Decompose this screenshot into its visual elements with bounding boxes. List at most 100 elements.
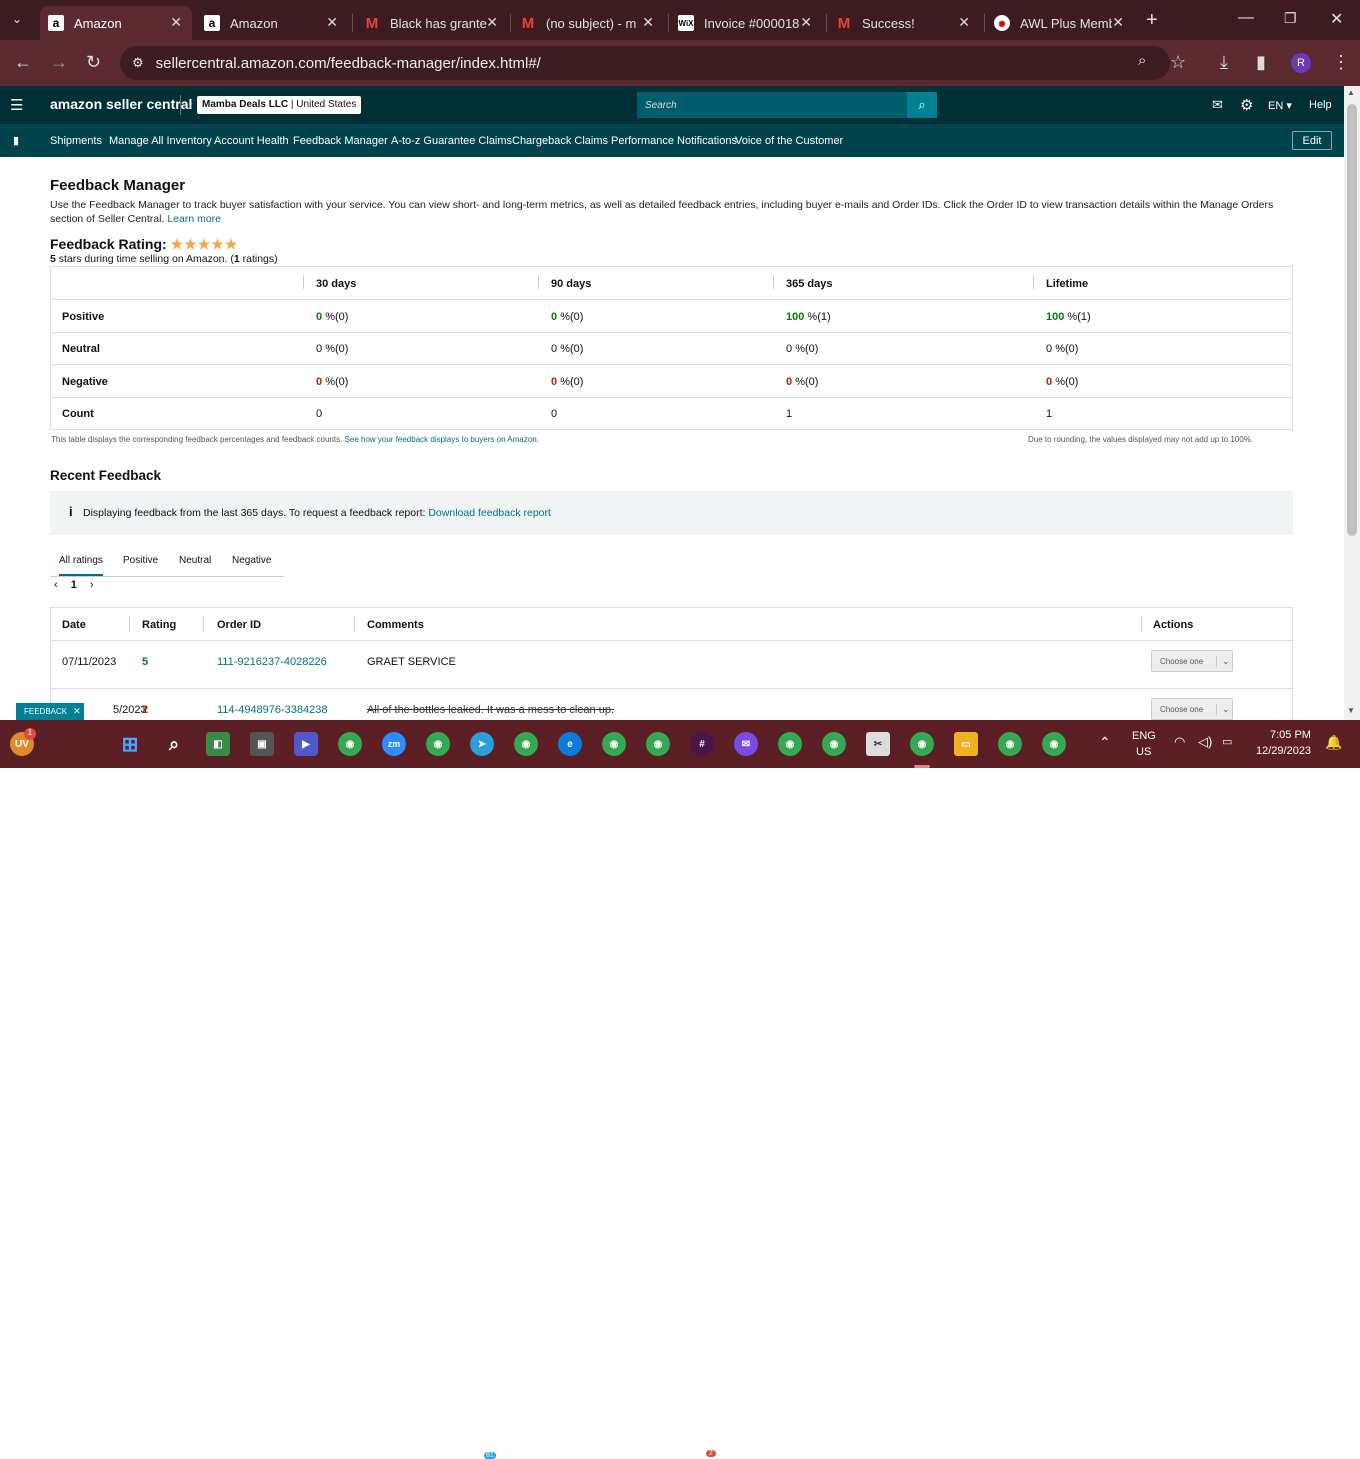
volume-icon[interactable]: ◁): [1198, 734, 1212, 750]
chrome-icon[interactable]: ◉: [338, 732, 362, 756]
scroll-up-icon[interactable]: ▲: [1347, 88, 1355, 97]
telegram-icon[interactable]: ➤: [470, 732, 494, 756]
mail-icon[interactable]: ✉: [1212, 97, 1223, 113]
close-icon[interactable]: ✕: [642, 14, 654, 31]
back-icon[interactable]: ←: [14, 52, 32, 73]
battery-icon[interactable]: ▭: [1222, 735, 1232, 748]
restore-icon[interactable]: ❐: [1284, 10, 1297, 27]
tab-gmail-black[interactable]: M Black has grante ✕: [356, 6, 508, 40]
slack-icon[interactable]: #: [690, 732, 714, 756]
amazon-seller-central-logo[interactable]: amazon seller central: [50, 96, 192, 112]
input-region[interactable]: US: [1136, 746, 1151, 758]
browser-menu-icon[interactable]: ⋮: [1332, 52, 1350, 73]
file-explorer-icon[interactable]: ▭: [954, 732, 978, 756]
chevron-up-icon[interactable]: ⌃: [1099, 734, 1111, 751]
search-input[interactable]: Search: [637, 92, 907, 118]
hamburger-menu-icon[interactable]: ☰: [10, 96, 23, 114]
chevron-right-icon[interactable]: ›: [90, 579, 94, 591]
download-report-link[interactable]: Download feedback report: [428, 507, 551, 519]
input-language[interactable]: ENG: [1132, 730, 1156, 742]
close-icon[interactable]: ✕: [73, 706, 81, 717]
messenger-icon[interactable]: ✉: [734, 732, 758, 756]
close-icon[interactable]: ✕: [326, 14, 338, 31]
clock-date[interactable]: 12/29/2023: [1256, 745, 1311, 757]
site-info-icon[interactable]: ⚙: [132, 55, 144, 71]
minimize-icon[interactable]: —: [1238, 9, 1254, 27]
scrollbar-thumb[interactable]: [1347, 104, 1357, 536]
windows-start-icon[interactable]: ⊞: [118, 732, 142, 756]
download-icon[interactable]: ⤓: [1220, 52, 1228, 73]
bookmark-icon[interactable]: ▮: [13, 134, 19, 147]
tab-search-icon[interactable]: ⌄: [12, 12, 22, 26]
chrome-icon[interactable]: ◉: [646, 732, 670, 756]
nav-account-health[interactable]: Account Health: [214, 135, 289, 147]
bookmark-star-icon[interactable]: ☆: [1170, 52, 1186, 73]
tab-invoice[interactable]: WiX Invoice #000018 ✕: [670, 6, 822, 40]
feedback-widget[interactable]: FEEDBACK ✕: [16, 703, 84, 720]
tab-amazon[interactable]: a Amazon ✕: [196, 6, 348, 40]
tab-positive[interactable]: Positive: [123, 555, 158, 566]
close-icon[interactable]: ✕: [170, 14, 182, 31]
chrome-icon[interactable]: ◉: [822, 732, 846, 756]
tab-all-ratings[interactable]: All ratings: [59, 555, 103, 576]
close-icon[interactable]: ✕: [486, 14, 498, 31]
tab-neutral[interactable]: Neutral: [179, 555, 211, 566]
tab-awl[interactable]: ◉ AWL Plus Memb ✕: [986, 6, 1134, 40]
close-icon[interactable]: ✕: [1112, 14, 1124, 31]
tab-success[interactable]: M Success! ✕: [828, 6, 980, 40]
language-selector[interactable]: EN ▾: [1268, 99, 1292, 112]
help-link[interactable]: Help: [1309, 99, 1332, 111]
tab-gmail-no-subject[interactable]: M (no subject) - m ✕: [512, 6, 664, 40]
tab-negative[interactable]: Negative: [232, 555, 271, 566]
widgets-icon[interactable]: ◧: [206, 732, 230, 756]
wifi-icon[interactable]: ◠: [1174, 734, 1185, 750]
chrome-icon-active[interactable]: ◉: [910, 732, 934, 756]
notification-bell-icon[interactable]: 🔔: [1325, 734, 1342, 751]
reload-icon[interactable]: ↻: [86, 52, 101, 73]
nav-atoz-claims[interactable]: A-to-z Guarantee Claims: [391, 135, 512, 147]
snipping-tool-icon[interactable]: ✂: [866, 732, 890, 756]
edit-nav-button[interactable]: Edit: [1292, 131, 1332, 150]
task-view-icon[interactable]: ▣: [250, 732, 274, 756]
scroll-down-icon[interactable]: ▼: [1347, 706, 1355, 715]
side-panel-icon[interactable]: ▮: [1256, 52, 1266, 73]
clock-time[interactable]: 7:05 PM: [1270, 729, 1311, 741]
chrome-icon[interactable]: ◉: [602, 732, 626, 756]
chrome-icon[interactable]: ◉: [514, 732, 538, 756]
chrome-icon[interactable]: ◉: [998, 732, 1022, 756]
forward-icon[interactable]: →: [50, 52, 68, 73]
nav-performance-notifications[interactable]: Performance Notifications: [611, 135, 737, 147]
gear-icon[interactable]: ⚙: [1240, 96, 1253, 114]
close-icon[interactable]: ✕: [958, 14, 970, 31]
window-close-icon[interactable]: ✕: [1330, 9, 1343, 29]
profile-avatar[interactable]: R: [1291, 53, 1311, 73]
edge-icon[interactable]: e: [558, 732, 582, 756]
search-icon[interactable]: ⌕: [162, 732, 186, 756]
chrome-icon[interactable]: ◉: [778, 732, 802, 756]
tab-amazon-active[interactable]: a Amazon ✕: [40, 6, 192, 40]
search-icon[interactable]: ⌕: [907, 92, 937, 118]
nav-voice-of-customer[interactable]: Voice of the Customer: [735, 135, 843, 147]
chrome-icon[interactable]: ◉: [1042, 732, 1066, 756]
zoom-app-icon[interactable]: zm: [382, 732, 406, 756]
close-icon[interactable]: ✕: [800, 14, 812, 31]
nav-feedback-manager[interactable]: Feedback Manager: [293, 135, 388, 147]
nav-shipments[interactable]: Shipments: [50, 135, 102, 147]
actions-dropdown[interactable]: Choose one ⌄: [1151, 698, 1233, 720]
chevron-left-icon[interactable]: ‹: [54, 579, 58, 591]
new-tab-icon[interactable]: +: [1146, 9, 1158, 32]
page-number[interactable]: 1: [71, 579, 77, 591]
zoom-icon[interactable]: ⌕: [1138, 52, 1146, 69]
nav-manage-inventory[interactable]: Manage All Inventory: [109, 135, 212, 147]
learn-more-link[interactable]: Learn more: [167, 213, 221, 225]
address-bar[interactable]: ⚙ sellercentral.amazon.com/feedback-mana…: [120, 46, 1170, 80]
url-text[interactable]: sellercentral.amazon.com/feedback-manage…: [156, 55, 541, 72]
order-id-link[interactable]: 114-4948976-3384238: [217, 704, 328, 716]
actions-dropdown[interactable]: Choose one ⌄: [1151, 650, 1233, 672]
order-id-link[interactable]: 111-9216237-4028226: [217, 656, 327, 668]
chrome-icon[interactable]: ◉: [426, 732, 450, 756]
account-switcher[interactable]: Mamba Deals LLC | United States: [197, 96, 362, 114]
teams-icon[interactable]: ▶: [294, 732, 318, 756]
nav-chargeback-claims[interactable]: Chargeback Claims: [512, 135, 608, 147]
buyer-display-link[interactable]: See how your feedback displays to buyers…: [345, 435, 539, 444]
